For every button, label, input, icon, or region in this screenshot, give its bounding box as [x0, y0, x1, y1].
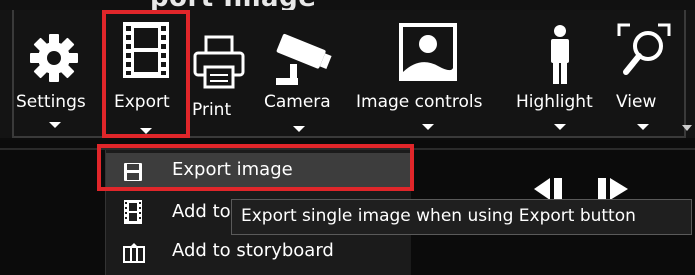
- landscape-image-icon: [399, 23, 457, 81]
- export-highlight-box: [102, 10, 190, 138]
- step-forward-icon[interactable]: [594, 178, 638, 200]
- print-button[interactable]: Print: [190, 10, 248, 138]
- print-label: Print: [192, 100, 232, 120]
- view-button[interactable]: View: [610, 10, 682, 138]
- security-camera-icon: [276, 33, 332, 85]
- ribbon-toolbar: Settings Export Print Camera Image contr…: [0, 10, 695, 138]
- magnifier-icon: [617, 23, 671, 75]
- image-controls-label: Image controls: [356, 92, 483, 112]
- highlight-dropdown-caret: [554, 124, 566, 130]
- camera-button[interactable]: Camera: [258, 10, 344, 138]
- gear-icon: [30, 34, 78, 82]
- menu-item-add-to-storyboard[interactable]: Add to storyboard: [106, 234, 411, 270]
- camera-dropdown-caret: [293, 126, 305, 132]
- highlight-button[interactable]: Highlight: [512, 10, 608, 138]
- settings-label: Settings: [16, 92, 86, 112]
- image-controls-dropdown-caret: [422, 124, 434, 130]
- menu-item-label: Add to storyboard: [172, 240, 334, 261]
- highlight-label: Highlight: [516, 92, 593, 112]
- view-dropdown-caret: [637, 124, 649, 130]
- settings-button[interactable]: Settings: [14, 10, 100, 138]
- window-title-strip: port Image: [0, 0, 695, 10]
- settings-dropdown-caret: [49, 122, 61, 128]
- storyboard-icon: [123, 243, 145, 263]
- film-strip-icon: [124, 200, 142, 224]
- view-label: View: [616, 92, 657, 112]
- export-image-highlight-box: [97, 144, 414, 191]
- person-icon: [551, 25, 569, 84]
- image-controls-button[interactable]: Image controls: [352, 10, 510, 138]
- title-fragment: port Image: [150, 0, 316, 10]
- menu-item-label: Add to: [172, 201, 231, 222]
- camera-label: Camera: [264, 92, 331, 112]
- step-back-icon[interactable]: [530, 178, 574, 200]
- printer-icon: [193, 35, 245, 89]
- toolbar-overflow-arrow[interactable]: [682, 125, 692, 131]
- tooltip: Export single image when using Export bu…: [231, 199, 692, 235]
- tooltip-text: Export single image when using Export bu…: [241, 206, 636, 226]
